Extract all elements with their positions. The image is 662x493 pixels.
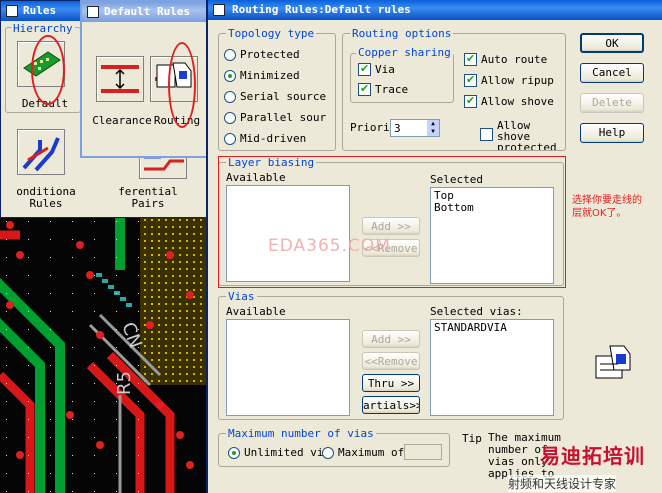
unlimited-vias-radio-dot[interactable] <box>228 446 240 459</box>
topology-option-label: Mid-driven <box>240 132 307 145</box>
routing-options-label: Routing options <box>350 27 454 40</box>
auto-route-label: Auto route <box>481 53 548 66</box>
vias-label: Vias <box>226 290 257 303</box>
vias-remove-button[interactable]: <<Remove <box>362 352 420 370</box>
topology-option-label: Minimized <box>240 69 300 82</box>
list-item[interactable]: STANDARDVIA <box>434 322 550 334</box>
default-rules-title: Default Rules <box>104 5 191 18</box>
topology-radio-dot[interactable] <box>224 90 236 103</box>
clearance-label: Clearance <box>92 114 152 127</box>
vias-available-list[interactable] <box>226 319 350 416</box>
svg-text:R5: R5 <box>114 371 135 395</box>
trace-label: Trace <box>375 83 409 96</box>
priority-spinner[interactable]: 3 ▲ ▼ <box>390 119 440 137</box>
allow-shove-protected-label-line-3: protected <box>497 141 557 150</box>
allow-shove-label: Allow shove <box>481 95 554 108</box>
rules-help-icon <box>592 344 632 380</box>
partials-button[interactable]: artials>> <box>362 396 420 414</box>
topology-option-radio[interactable]: Protected <box>224 48 300 61</box>
trace-checkbox-box[interactable] <box>358 82 371 96</box>
unlimited-vias-radio[interactable]: Unlimited vi <box>228 446 323 459</box>
pcb-artwork: CN R5 <box>0 215 210 493</box>
maximum-vias-label: Maximum of: <box>338 446 411 459</box>
default-rules-window: Default Rules Clearance Routing <box>80 0 210 158</box>
rules-window-title: Rules <box>23 4 57 17</box>
red-highlight-oval <box>31 35 65 105</box>
cancel-button[interactable]: Cancel <box>580 63 644 83</box>
spin-up-icon[interactable]: ▲ <box>427 120 439 128</box>
vias-add-button[interactable]: Add >> <box>362 330 420 348</box>
annotation-line-2: 层就OK了。 <box>572 208 627 219</box>
trace-checkbox[interactable]: Trace <box>358 82 409 96</box>
max-vias-label: Maximum number of vias <box>226 427 376 440</box>
allow-shove-protected-checkbox[interactable]: Allow shove protected <box>480 120 557 150</box>
routing-rules-titlebar[interactable]: Routing Rules:Default rules <box>208 0 662 20</box>
topology-radio-dot[interactable] <box>224 48 236 61</box>
topology-option-radio[interactable]: Serial source <box>224 90 326 103</box>
via-checkbox-box[interactable] <box>358 62 371 76</box>
allow-shove-protected-label: Allow shove protected <box>497 120 557 150</box>
app-icon <box>6 5 18 17</box>
priority-label: Priori <box>350 121 390 134</box>
hierarchy-label: Hierarchy <box>11 22 75 35</box>
thru-button[interactable]: Thru >> <box>362 374 420 392</box>
unlimited-vias-label: Unlimited vi <box>244 446 324 459</box>
copper-sharing-label: Copper sharing <box>356 46 453 59</box>
vias-available-label: Available <box>226 305 286 318</box>
ok-button[interactable]: OK <box>580 33 644 53</box>
vias-selected-list[interactable]: STANDARDVIA <box>430 319 554 416</box>
allow-shove-checkbox[interactable]: Allow shove <box>464 94 554 108</box>
maximum-vias-input[interactable] <box>404 444 442 460</box>
conditional-rules-button[interactable] <box>17 129 65 175</box>
maximum-vias-radio[interactable]: Maximum of: <box>322 446 411 459</box>
topology-option-label: Serial source <box>240 90 327 103</box>
conditional-label-2: Rules <box>29 197 63 210</box>
topology-option-label: Protected <box>240 48 300 61</box>
annotation-line-1: 选择你要走线的 <box>572 195 642 206</box>
default-rules-titlebar[interactable]: Default Rules <box>82 2 208 22</box>
app-icon <box>213 4 225 16</box>
logo-main: 易迪拓培训 <box>540 444 645 468</box>
help-button[interactable]: Help <box>580 123 644 143</box>
topology-radio-dot[interactable] <box>224 69 236 82</box>
delete-button[interactable]: Delete <box>580 93 644 113</box>
maximum-vias-radio-dot[interactable] <box>322 446 334 459</box>
topology-option-radio[interactable]: Parallel sour <box>224 111 326 124</box>
topology-type-label: Topology type <box>226 27 317 40</box>
topology-option-radio[interactable]: Mid-driven <box>224 132 306 145</box>
topology-option-radio[interactable]: Minimized <box>224 69 300 82</box>
pcb-layout-view: CN R5 <box>0 215 210 493</box>
auto-route-checkbox[interactable]: Auto route <box>464 52 548 66</box>
clearance-icon <box>101 65 139 93</box>
conditional-rules-icon <box>22 137 60 172</box>
allow-ripup-label: Allow ripup <box>481 74 554 87</box>
allow-ripup-checkbox[interactable]: Allow ripup <box>464 73 554 87</box>
tip-label: Tip <box>462 432 482 445</box>
topology-radio-dot[interactable] <box>224 111 236 124</box>
via-checkbox[interactable]: Via <box>358 62 395 76</box>
vias-selected-label: Selected vias: <box>430 305 523 318</box>
auto-route-checkbox-box[interactable] <box>464 52 477 66</box>
topology-radio-dot[interactable] <box>224 132 236 145</box>
red-highlight-oval <box>168 42 196 128</box>
logo-subtitle: 射频和天线设计专家 <box>508 475 617 492</box>
allow-ripup-checkbox-box[interactable] <box>464 73 477 87</box>
allow-shove-checkbox-box[interactable] <box>464 94 477 108</box>
annotation-note: 选择你要走线的 层就OK了。 <box>572 194 642 220</box>
app-icon <box>87 6 99 18</box>
spin-down-icon[interactable]: ▼ <box>427 128 439 136</box>
via-label: Via <box>375 63 395 76</box>
differential-label-2: Pairs <box>131 197 165 210</box>
watermark: EDA365.COM <box>268 236 391 256</box>
routing-rules-title: Routing Rules:Default rules <box>232 3 411 16</box>
topology-option-label: Parallel sour <box>240 111 327 124</box>
allow-shove-protected-checkbox-box[interactable] <box>480 128 493 141</box>
clearance-button[interactable] <box>96 56 144 102</box>
red-highlight-rect <box>218 156 566 288</box>
priority-value: 3 <box>394 122 401 135</box>
